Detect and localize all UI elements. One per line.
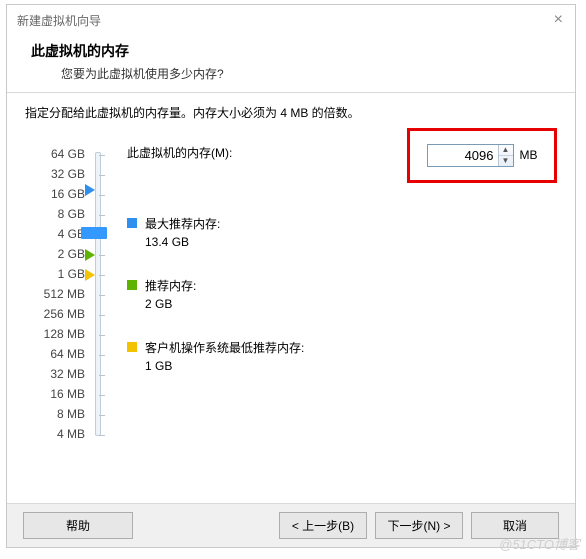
- back-button[interactable]: < 上一步(B): [279, 512, 367, 539]
- slider-label: 4 GB: [25, 224, 85, 244]
- slider-label: 8 GB: [25, 204, 85, 224]
- square-green-icon: [127, 280, 137, 290]
- slider-label: 16 GB: [25, 184, 85, 204]
- spinner-down-icon[interactable]: ▼: [499, 156, 513, 166]
- min-marker-icon: [85, 269, 95, 281]
- button-bar: 帮助 < 上一步(B) 下一步(N) > 取消: [7, 503, 575, 547]
- min-rec-value: 1 GB: [145, 357, 304, 375]
- memory-spinner[interactable]: ▲ ▼: [427, 144, 514, 167]
- slider-label: 4 MB: [25, 424, 85, 444]
- rec-marker-icon: [85, 249, 95, 261]
- wizard-dialog: 新建虚拟机向导 × 此虚拟机的内存 您要为此虚拟机使用多少内存? 指定分配给此虚…: [6, 4, 576, 548]
- banner: 此虚拟机的内存 您要为此虚拟机使用多少内存?: [7, 35, 575, 92]
- right-column: 此虚拟机的内存(M): ▲ ▼ MB: [109, 144, 557, 375]
- square-yellow-icon: [127, 342, 137, 352]
- next-button[interactable]: 下一步(N) >: [375, 512, 463, 539]
- slider-label: 8 MB: [25, 404, 85, 424]
- memory-input[interactable]: [428, 145, 498, 166]
- recommended: 推荐内存: 2 GB: [127, 277, 557, 313]
- cancel-button[interactable]: 取消: [471, 512, 559, 539]
- slider-label: 32 GB: [25, 164, 85, 184]
- slider-label: 16 MB: [25, 384, 85, 404]
- slider-label: 64 MB: [25, 344, 85, 364]
- max-recommendation: 最大推荐内存: 13.4 GB: [127, 215, 557, 251]
- memory-slider[interactable]: [87, 144, 109, 444]
- slider-label: 32 MB: [25, 364, 85, 384]
- slider-label: 2 GB: [25, 244, 85, 264]
- window-title: 新建虚拟机向导: [17, 12, 101, 29]
- max-rec-label: 最大推荐内存:: [145, 215, 220, 233]
- memory-area: 64 GB32 GB16 GB8 GB4 GB2 GB1 GB512 MB256…: [25, 144, 557, 444]
- slider-thumb[interactable]: [81, 227, 107, 239]
- page-title: 此虚拟机的内存: [31, 41, 565, 61]
- rec-value: 2 GB: [145, 295, 196, 313]
- max-rec-value: 13.4 GB: [145, 233, 220, 251]
- slider-label: 512 MB: [25, 284, 85, 304]
- close-icon[interactable]: ×: [548, 12, 569, 28]
- memory-unit: MB: [520, 148, 538, 162]
- instruction-text: 指定分配给此虚拟机的内存量。内存大小必须为 4 MB 的倍数。: [25, 105, 557, 122]
- page-subtitle: 您要为此虚拟机使用多少内存?: [61, 65, 565, 82]
- slider-label: 128 MB: [25, 324, 85, 344]
- help-button[interactable]: 帮助: [23, 512, 133, 539]
- slider-label: 64 GB: [25, 144, 85, 164]
- slider-label: 256 MB: [25, 304, 85, 324]
- square-blue-icon: [127, 218, 137, 228]
- memory-input-highlight: ▲ ▼ MB: [407, 128, 557, 183]
- rec-label: 推荐内存:: [145, 277, 196, 295]
- title-bar: 新建虚拟机向导 ×: [7, 5, 575, 35]
- body: 指定分配给此虚拟机的内存量。内存大小必须为 4 MB 的倍数。 64 GB32 …: [7, 93, 575, 452]
- max-marker-icon: [85, 184, 95, 196]
- min-recommendation: 客户机操作系统最低推荐内存: 1 GB: [127, 339, 557, 375]
- slider-label: 1 GB: [25, 264, 85, 284]
- slider-labels: 64 GB32 GB16 GB8 GB4 GB2 GB1 GB512 MB256…: [25, 144, 85, 444]
- spinner-buttons[interactable]: ▲ ▼: [498, 145, 513, 166]
- min-rec-label: 客户机操作系统最低推荐内存:: [145, 339, 304, 357]
- spinner-up-icon[interactable]: ▲: [499, 145, 513, 156]
